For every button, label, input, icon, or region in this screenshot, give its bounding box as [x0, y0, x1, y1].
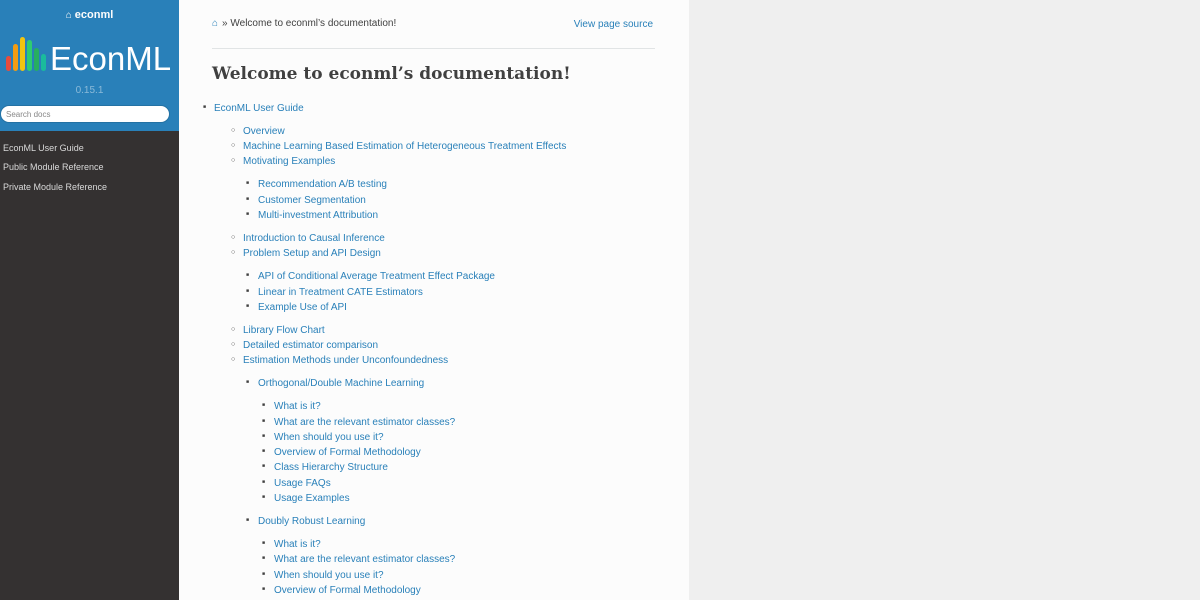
toc-link[interactable]: Library Flow Chart — [231, 325, 325, 336]
toc-link[interactable]: API of Conditional Average Treatment Eff… — [246, 271, 495, 282]
sidebar-item-private-module-reference[interactable]: Private Module Reference — [0, 178, 179, 197]
logo-bar — [6, 56, 11, 71]
toc-link[interactable]: Customer Segmentation — [246, 195, 366, 206]
breadcrumb-current: Welcome to econml’s documentation! — [230, 18, 397, 29]
toc-link[interactable]: What is it? — [262, 401, 321, 412]
logo-bar — [34, 48, 39, 71]
toc-link[interactable]: Introduction to Causal Inference — [231, 233, 385, 244]
sidebar-header: ⌂ econml EconML 0.15.1 — [0, 0, 179, 131]
sidebar: ⌂econml EconML 0.15.1 EconML User Guide … — [0, 0, 179, 600]
toc-link[interactable]: Usage FAQs — [262, 478, 331, 489]
toc-link[interactable]: Problem Setup and API Design — [231, 248, 381, 259]
toc-link[interactable]: What are the relevant estimator classes? — [262, 554, 455, 565]
project-home-link[interactable]: ⌂ econml — [66, 9, 114, 21]
sidebar-item-public-module-reference[interactable]: Public Module Reference — [0, 158, 179, 177]
toc-link[interactable]: What is it? — [262, 539, 321, 550]
toc-link[interactable]: Overview of Formal Methodology — [262, 585, 421, 596]
logo-text: EconML — [50, 40, 171, 76]
divider — [212, 48, 655, 49]
page-title: Welcome to econml’s documentation! — [212, 64, 571, 84]
logo-bar — [20, 37, 25, 71]
sidebar-nav: EconML User Guide Public Module Referenc… — [0, 139, 179, 197]
search-input[interactable] — [0, 105, 170, 123]
toc-link[interactable]: Overview — [231, 126, 285, 137]
logo-bar — [13, 44, 18, 71]
toc-link[interactable]: Class Hierarchy Structure — [262, 462, 388, 473]
sidebar-item-user-guide[interactable]: EconML User Guide — [0, 139, 179, 158]
main-content: ⌂ » Welcome to econml’s documentation! Vi… — [179, 0, 689, 600]
logo-bar — [41, 54, 46, 71]
toc-link[interactable]: Multi-investment Attribution — [246, 210, 378, 221]
toc-link[interactable]: Linear in Treatment CATE Estimators — [246, 287, 423, 298]
breadcrumb-separator: » — [222, 18, 228, 29]
toc-link[interactable]: Usage Examples — [262, 493, 350, 504]
toc-link[interactable]: Estimation Methods under Unconfoundednes… — [231, 355, 448, 366]
toc-link[interactable]: Machine Learning Based Estimation of Het… — [231, 141, 566, 152]
breadcrumb: ⌂ » Welcome to econml’s documentation! — [212, 18, 396, 29]
toc-link[interactable]: When should you use it? — [262, 570, 383, 581]
project-name: econml — [74, 9, 114, 21]
toc-link[interactable]: EconML User Guide — [203, 103, 304, 114]
toc-link[interactable]: What are the relevant estimator classes? — [262, 417, 455, 428]
toc-link[interactable]: Doubly Robust Learning — [246, 516, 365, 527]
view-page-source-link[interactable]: View page source — [574, 19, 653, 30]
toc-link[interactable]: Example Use of API — [246, 302, 347, 313]
econml-logo: EconML — [6, 37, 171, 76]
logo-bar — [27, 40, 32, 71]
toc-link[interactable]: Recommendation A/B testing — [246, 179, 387, 190]
toc-link[interactable]: Detailed estimator comparison — [231, 340, 378, 351]
version-label: 0.15.1 — [75, 85, 104, 96]
toc-link[interactable]: Overview of Formal Methodology — [262, 447, 421, 458]
toc-link[interactable]: Orthogonal/Double Machine Learning — [246, 378, 424, 389]
home-icon[interactable]: ⌂ — [212, 18, 218, 29]
toc-link[interactable]: Motivating Examples — [231, 156, 335, 167]
toc-link[interactable]: When should you use it? — [262, 432, 383, 443]
home-icon: ⌂ — [65, 10, 72, 21]
